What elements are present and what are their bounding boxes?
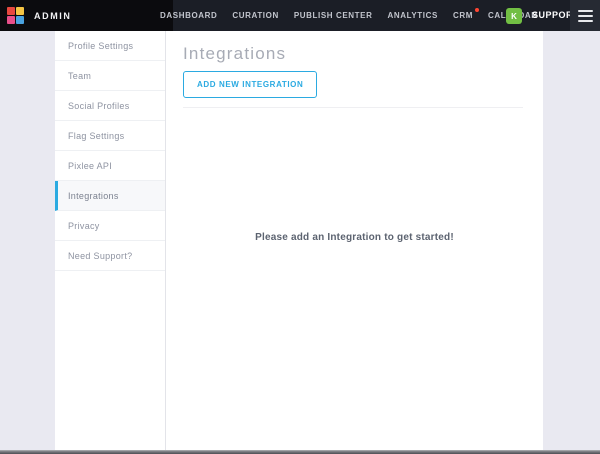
pixlee-logo-icon	[7, 7, 24, 24]
sidebar-item-privacy[interactable]: Privacy	[55, 211, 165, 241]
hamburger-menu-button[interactable]	[570, 0, 600, 31]
integrations-panel: Integrations ADD NEW INTEGRATION Please …	[166, 31, 543, 450]
page-title: Integrations	[183, 44, 523, 64]
logo-square-pink	[7, 16, 15, 24]
sidebar-item-integrations[interactable]: Integrations	[55, 181, 165, 211]
nav-item-curation[interactable]: CURATION	[232, 11, 278, 20]
primary-nav: DASHBOARD CURATION PUBLISH CENTER ANALYT…	[160, 0, 538, 31]
logo-square-yellow	[16, 7, 24, 15]
nav-item-analytics[interactable]: ANALYTICS	[387, 11, 437, 20]
brand-home-link[interactable]: ADMIN	[0, 0, 173, 31]
brand-label: ADMIN	[34, 11, 72, 21]
empty-state-message: Please add an Integration to get started…	[166, 232, 543, 243]
sidebar-item-pixlee-api[interactable]: Pixlee API	[55, 151, 165, 181]
nav-item-publish-center[interactable]: PUBLISH CENTER	[294, 11, 373, 20]
hamburger-icon	[578, 10, 593, 12]
logo-square-red	[7, 7, 15, 15]
sidebar-item-need-support[interactable]: Need Support?	[55, 241, 165, 271]
chat-badge-letter: K	[511, 12, 517, 21]
sidebar-item-profile-settings[interactable]: Profile Settings	[55, 31, 165, 61]
nav-item-dashboard[interactable]: DASHBOARD	[160, 11, 217, 20]
sidebar-item-flag-settings[interactable]: Flag Settings	[55, 121, 165, 151]
sidebar-item-team[interactable]: Team	[55, 61, 165, 91]
logo-square-blue	[16, 16, 24, 24]
section-divider	[183, 107, 523, 108]
top-navigation-bar: ADMIN DASHBOARD CURATION PUBLISH CENTER …	[0, 0, 600, 31]
notification-dot-icon	[475, 8, 479, 12]
window-bottom-edge	[0, 450, 600, 454]
settings-sidebar: Profile Settings Team Social Profiles Fl…	[55, 31, 166, 450]
chat-widget-button[interactable]: K	[506, 8, 522, 24]
add-new-integration-button[interactable]: ADD NEW INTEGRATION	[183, 71, 317, 98]
nav-item-crm-label: CRM	[453, 11, 473, 20]
sidebar-item-social-profiles[interactable]: Social Profiles	[55, 91, 165, 121]
nav-item-crm[interactable]: CRM	[453, 11, 473, 20]
